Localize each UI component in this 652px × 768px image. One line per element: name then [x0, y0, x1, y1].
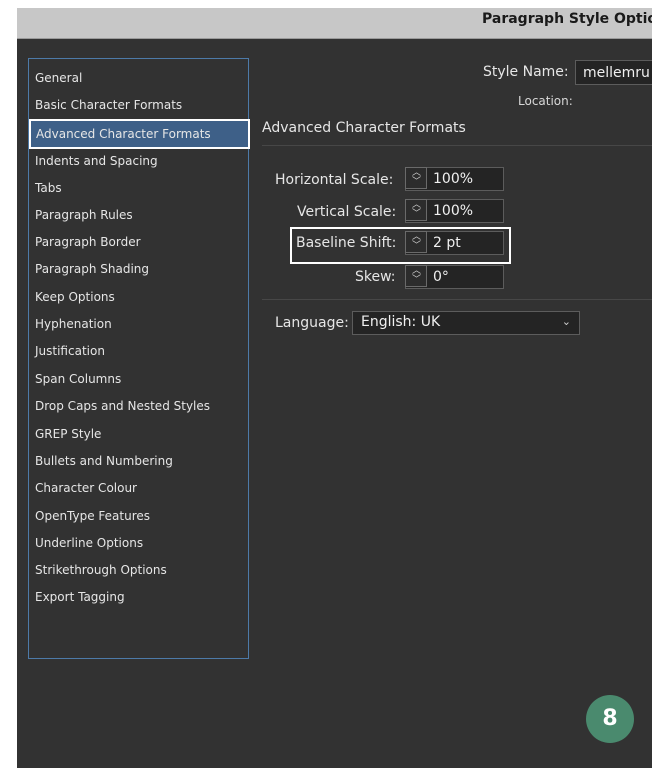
- dialog-title: Paragraph Style Optio: [482, 11, 652, 27]
- sidebar-item-underline-options[interactable]: Underline Options: [35, 532, 143, 554]
- style-name-value: mellemru: [583, 65, 650, 81]
- sidebar-item-paragraph-border[interactable]: Paragraph Border: [35, 231, 141, 253]
- dialog-window: Paragraph Style Optio General Basic Chara…: [17, 8, 652, 768]
- section-title: Advanced Character Formats: [262, 120, 466, 136]
- chevron-down-icon: ⌄: [561, 315, 571, 328]
- skew-label: Skew:: [355, 269, 396, 285]
- sidebar-item-tabs[interactable]: Tabs: [35, 177, 62, 199]
- sidebar-item-justification[interactable]: Justification: [35, 340, 105, 362]
- stepper-down-icon[interactable]: ﹀: [412, 242, 421, 251]
- sidebar-item-strikethrough-options[interactable]: Strikethrough Options: [35, 559, 167, 581]
- style-name-input[interactable]: mellemru: [575, 60, 652, 85]
- language-select[interactable]: English: UK ⌄: [352, 311, 580, 335]
- section-divider: [262, 145, 652, 146]
- vertical-scale-input[interactable]: ︿ ﹀ 100%: [405, 199, 504, 223]
- sidebar-item-basic-character-formats[interactable]: Basic Character Formats: [35, 94, 182, 116]
- language-value: English: UK: [361, 314, 441, 330]
- sidebar-item-advanced-character-formats[interactable]: Advanced Character Formats: [29, 119, 250, 149]
- step-number-badge: 8: [586, 695, 634, 743]
- language-label: Language:: [275, 315, 349, 331]
- location-label: Location:: [518, 94, 573, 108]
- baseline-shift-value: 2 pt: [433, 235, 461, 251]
- sidebar-item-paragraph-rules[interactable]: Paragraph Rules: [35, 204, 133, 226]
- skew-stepper[interactable]: ︿ ﹀: [405, 265, 427, 287]
- horizontal-scale-stepper[interactable]: ︿ ﹀: [405, 167, 427, 189]
- sidebar-item-general[interactable]: General: [35, 67, 82, 89]
- sidebar-item-drop-caps-and-nested-styles[interactable]: Drop Caps and Nested Styles: [35, 395, 210, 417]
- stepper-down-icon[interactable]: ﹀: [412, 210, 421, 219]
- skew-input[interactable]: ︿ ﹀ 0°: [405, 265, 504, 289]
- sidebar-item-span-columns[interactable]: Span Columns: [35, 368, 121, 390]
- stepper-down-icon[interactable]: ﹀: [412, 276, 421, 285]
- sidebar-item-bullets-and-numbering[interactable]: Bullets and Numbering: [35, 450, 173, 472]
- baseline-shift-stepper[interactable]: ︿ ﹀: [405, 231, 427, 253]
- horizontal-scale-input[interactable]: ︿ ﹀ 100%: [405, 167, 504, 191]
- style-name-label: Style Name:: [483, 64, 569, 80]
- language-divider: [262, 299, 652, 300]
- vertical-scale-value: 100%: [433, 203, 474, 219]
- vertical-scale-label: Vertical Scale:: [297, 204, 397, 220]
- horizontal-scale-label: Horizontal Scale:: [275, 172, 394, 188]
- horizontal-scale-value: 100%: [433, 171, 474, 187]
- category-sidebar: General Basic Character Formats Advanced C…: [28, 58, 250, 659]
- sidebar-item-export-tagging[interactable]: Export Tagging: [35, 586, 125, 608]
- sidebar-item-hyphenation[interactable]: Hyphenation: [35, 313, 112, 335]
- sidebar-item-keep-options[interactable]: Keep Options: [35, 286, 115, 308]
- sidebar-item-paragraph-shading[interactable]: Paragraph Shading: [35, 258, 149, 280]
- baseline-shift-input[interactable]: ︿ ﹀ 2 pt: [405, 231, 504, 255]
- baseline-shift-label: Baseline Shift:: [296, 235, 397, 251]
- vertical-scale-stepper[interactable]: ︿ ﹀: [405, 199, 427, 221]
- sidebar-item-character-colour[interactable]: Character Colour: [35, 477, 137, 499]
- title-bar[interactable]: Paragraph Style Optio: [17, 8, 652, 39]
- sidebar-item-grep-style[interactable]: GREP Style: [35, 423, 101, 445]
- sidebar-item-opentype-features[interactable]: OpenType Features: [35, 505, 150, 527]
- stepper-down-icon[interactable]: ﹀: [412, 178, 421, 187]
- sidebar-item-indents-and-spacing[interactable]: Indents and Spacing: [35, 150, 158, 172]
- skew-value: 0°: [433, 269, 449, 285]
